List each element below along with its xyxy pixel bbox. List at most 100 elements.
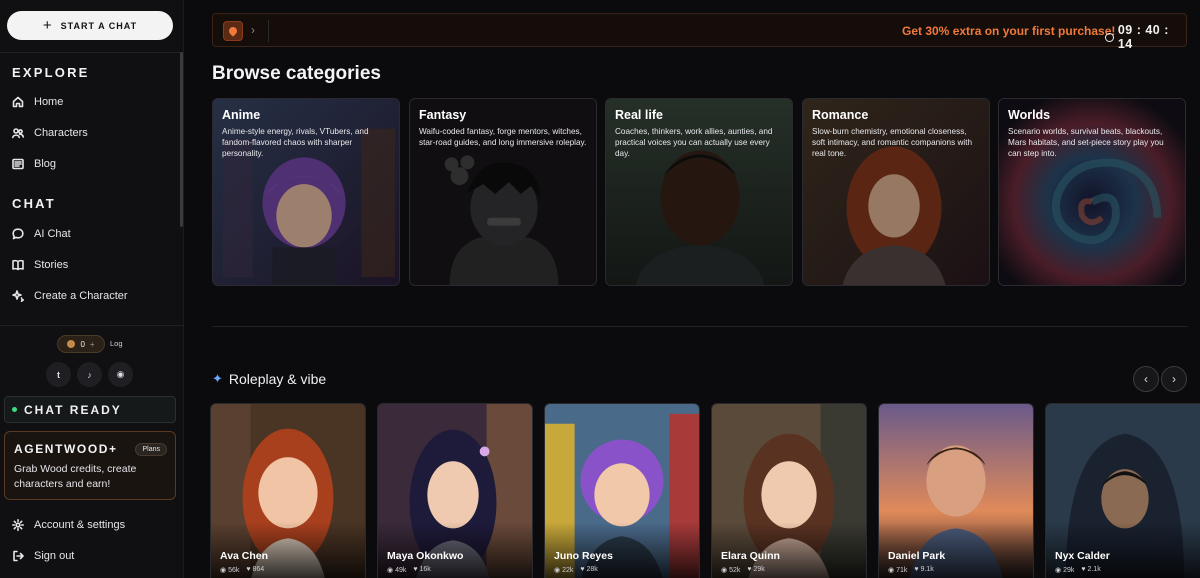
character-name: Juno Reyes xyxy=(554,550,613,562)
agentwood-plus-card[interactable]: AGENTWOOD+ Plans Grab Wood credits, crea… xyxy=(4,431,176,500)
category-card-anime[interactable]: Anime Anime-style energy, rivals, VTuber… xyxy=(212,98,400,286)
chat-bubble-icon xyxy=(12,228,24,240)
character-card[interactable]: Ava Chen ◉ 56k ♥ 864 xyxy=(210,403,366,578)
nav-create-character[interactable]: Create a Character xyxy=(12,288,128,304)
eye-icon: ◉ 71k xyxy=(888,567,908,574)
eye-icon: ◉ 52k xyxy=(721,567,741,574)
eye-icon: ◉ 22k xyxy=(554,567,574,574)
character-card[interactable]: Daniel Park ◉ 71k ♥ 9.1k xyxy=(878,403,1034,578)
sparkle-icon xyxy=(12,290,24,302)
heart-icon: ♥ 864 xyxy=(246,566,265,573)
eye-icon: ◉ 29k xyxy=(1055,567,1075,574)
chat-ready-status: CHAT READY xyxy=(4,396,176,423)
heart-icon: ♥ 29k xyxy=(747,566,765,573)
character-stats: ◉ 56k ♥ 864 xyxy=(220,566,264,574)
sign-out-icon xyxy=(13,550,24,562)
character-stats: ◉ 49k ♥ 16k xyxy=(387,566,431,574)
status-dot-icon xyxy=(12,407,17,412)
eye-icon: ◉ 56k xyxy=(220,567,240,574)
newspaper-icon xyxy=(12,158,24,170)
category-card-fantasy[interactable]: Fantasy Waifu-coded fantasy, forge mento… xyxy=(409,98,597,286)
clock-icon xyxy=(1105,32,1114,42)
character-card[interactable]: Elara Quinn ◉ 52k ♥ 29k xyxy=(711,403,867,578)
fire-icon xyxy=(223,21,243,41)
nav-sign-out[interactable]: Sign out xyxy=(12,548,74,564)
tiktok-icon[interactable]: ♪ xyxy=(77,362,102,387)
promo-timer-value: 09 : 40 : 14 xyxy=(1117,23,1169,51)
credits-value: 0 xyxy=(80,339,85,349)
heart-icon: ♥ 16k xyxy=(413,566,431,573)
nav-stories[interactable]: Stories xyxy=(12,257,68,273)
nav-characters[interactable]: Characters xyxy=(12,125,88,141)
carousel-next-button[interactable]: › xyxy=(1161,366,1187,392)
promo-timer: 09 : 40 : 14 xyxy=(1105,23,1186,51)
start-chat-button[interactable]: + START A CHAT xyxy=(7,11,173,40)
divider xyxy=(212,326,1188,327)
views-count: 29k xyxy=(1063,567,1075,574)
likes-count: 16k xyxy=(419,566,431,573)
category-desc: Scenario worlds, survival beats, blackou… xyxy=(1008,127,1164,158)
likes-count: 864 xyxy=(252,566,265,573)
views-count: 52k xyxy=(729,567,741,574)
divider xyxy=(268,20,269,42)
likes-count: 2.1k xyxy=(1087,566,1101,573)
nav-blog[interactable]: Blog xyxy=(12,156,56,172)
gear-icon xyxy=(12,519,24,531)
home-icon xyxy=(12,96,24,108)
chevron-right-icon[interactable]: › xyxy=(251,23,255,37)
category-desc: Slow-burn chemistry, emotional closeness… xyxy=(812,127,973,158)
nav-blog-label: Blog xyxy=(34,158,57,170)
nav-home[interactable]: Home xyxy=(12,94,63,110)
users-icon xyxy=(12,128,24,139)
plus-card-desc: Grab Wood credits, create characters and… xyxy=(14,463,137,490)
discord-icon[interactable]: ◉ xyxy=(108,362,133,387)
promo-banner[interactable]: › Get 30% extra on your first purchase! … xyxy=(212,13,1187,51)
category-title: Fantasy xyxy=(419,108,467,122)
sidebar: + START A CHAT EXPLORE Home Characters B… xyxy=(0,0,184,578)
character-name: Ava Chen xyxy=(220,550,269,562)
nav-ai-chat[interactable]: AI Chat xyxy=(12,226,71,242)
chevron-left-icon: ‹ xyxy=(1144,372,1148,386)
nav-account-settings[interactable]: Account & settings xyxy=(12,517,125,533)
character-stats: ◉ 52k ♥ 29k xyxy=(721,566,765,574)
divider xyxy=(0,52,184,53)
category-title: Worlds xyxy=(1008,108,1051,122)
book-icon xyxy=(12,259,24,271)
log-link[interactable]: Log xyxy=(110,339,123,348)
character-card[interactable]: Juno Reyes ◉ 22k ♥ 28k xyxy=(544,403,700,578)
roleplay-section-title: ✦ Roleplay & vibe xyxy=(212,371,326,387)
plans-badge[interactable]: Plans xyxy=(135,443,167,456)
divider xyxy=(0,325,184,326)
character-name: Maya Okonkwo xyxy=(387,550,464,562)
category-card-worlds[interactable]: Worlds Scenario worlds, survival beats, … xyxy=(998,98,1186,286)
explore-section-title: EXPLORE xyxy=(12,65,90,80)
account-settings-label: Account & settings xyxy=(34,519,126,531)
heart-icon: ♥ 2.1k xyxy=(1081,566,1101,573)
nav-ai-chat-label: AI Chat xyxy=(34,228,71,240)
twitter-icon[interactable]: t xyxy=(46,362,71,387)
nav-create-character-label: Create a Character xyxy=(34,290,128,302)
roleplay-title: Roleplay & vibe xyxy=(228,371,327,387)
category-card-real-life[interactable]: Real life Coaches, thinkers, work allies… xyxy=(605,98,793,286)
credits-pill[interactable]: 0 + xyxy=(57,335,105,353)
carousel-prev-button[interactable]: ‹ xyxy=(1133,366,1159,392)
views-count: 56k xyxy=(228,567,240,574)
views-count: 49k xyxy=(395,567,407,574)
character-name: Nyx Calder xyxy=(1055,550,1110,562)
character-stats: ◉ 29k ♥ 2.1k xyxy=(1055,566,1101,574)
character-name: Daniel Park xyxy=(888,550,946,562)
character-stats: ◉ 71k ♥ 9.1k xyxy=(888,566,934,574)
character-name: Elara Quinn xyxy=(721,550,780,562)
sidebar-scrollbar[interactable] xyxy=(180,52,183,227)
category-title: Romance xyxy=(812,108,869,122)
promo-offer-text[interactable]: Get 30% extra on your first purchase! xyxy=(902,24,1115,38)
character-card[interactable]: Nyx Calder ◉ 29k ♥ 2.1k xyxy=(1045,403,1200,578)
likes-count: 28k xyxy=(586,566,598,573)
category-desc: Anime-style energy, rivals, VTubers, and… xyxy=(222,127,369,158)
heart-icon: ♥ 28k xyxy=(580,566,598,573)
character-card[interactable]: Maya Okonkwo ◉ 49k ♥ 16k xyxy=(377,403,533,578)
category-card-romance[interactable]: Romance Slow-burn chemistry, emotional c… xyxy=(802,98,990,286)
likes-count: 29k xyxy=(753,566,765,573)
browse-categories-title: Browse categories xyxy=(212,63,381,84)
sparkle-icon: ✦ xyxy=(212,371,223,386)
